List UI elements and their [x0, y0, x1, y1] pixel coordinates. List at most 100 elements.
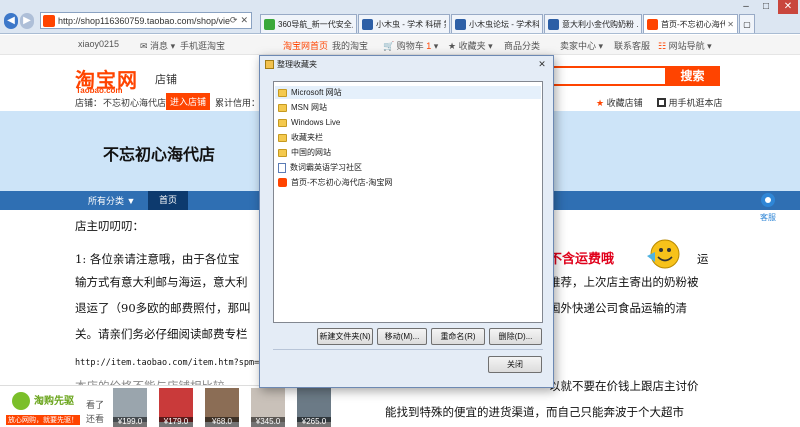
seller-label: 卖家中心: [560, 41, 597, 51]
customer-service-float[interactable]: 客服: [755, 191, 781, 222]
tab-icon: [548, 18, 559, 30]
shop-home-tab[interactable]: 首页: [148, 191, 188, 210]
forward-icon[interactable]: ▶: [20, 13, 34, 29]
favorites-item-label: 首页-不忘初心海代店-淘宝网: [291, 178, 393, 187]
taobao-favicon-icon: [278, 178, 287, 187]
messages-link[interactable]: ✉ 消息 ▾: [140, 39, 175, 52]
ad-logo[interactable]: 淘购先驱 放心网购，就要先驱！: [4, 388, 80, 426]
ad-slogan: 放心网购，就要先驱！: [6, 415, 80, 425]
cart-link[interactable]: 🛒 购物车 1 ▾: [383, 39, 438, 52]
ad-product-price: ¥199.0: [113, 417, 147, 427]
favorites-list[interactable]: Microsoft 网站 MSN 网站 Windows Live 收藏夹栏 中国…: [273, 81, 543, 323]
content-heading: 店主叨叨叨：: [75, 219, 144, 233]
ad-bar: 淘购先驱 放心网购，就要先驱！ 看了 还看 ¥199.0 ¥179.0 ¥68.…: [0, 385, 360, 427]
close-window-icon[interactable]: ✕: [778, 0, 798, 14]
tab-title: 360导航_新一代安全上...: [278, 19, 353, 29]
delete-button[interactable]: 删除(D)...: [489, 328, 542, 345]
shop-title: 不忘初心海代店: [103, 147, 216, 164]
refresh-icon[interactable]: ⟳: [230, 15, 238, 26]
tab-italy-shop[interactable]: 意大利小金代购奶粉 ...: [544, 14, 642, 33]
ad-look-label: 看了: [86, 400, 105, 410]
collect-shop-link[interactable]: ★ 收藏店铺: [596, 96, 643, 109]
favorites-list-item[interactable]: 首页-不忘初心海代店-淘宝网: [278, 176, 392, 189]
favorites-list-item[interactable]: 数词霸英语学习社区: [278, 161, 362, 174]
enter-shop-button[interactable]: 进入店铺: [166, 93, 211, 110]
dialog-title: 整理收藏夹: [277, 60, 317, 69]
grid-icon: ☷: [658, 41, 667, 51]
tab-title: 首页-不忘初心海代店: [661, 19, 725, 29]
mobile-link[interactable]: 手机逛淘宝: [180, 39, 225, 52]
qrcode-icon: [657, 98, 666, 107]
favorites-label: 收藏夹: [458, 41, 486, 51]
tab-icon: [647, 18, 658, 30]
star-icon: ★: [596, 98, 605, 108]
content-line1-end: 运: [697, 252, 709, 266]
search-button[interactable]: 搜索: [665, 66, 720, 86]
user-link[interactable]: xiaoy0215: [78, 39, 119, 49]
dialog-close-icon[interactable]: ✕: [534, 58, 550, 70]
favorites-item-label: Windows Live: [291, 118, 341, 127]
all-categories-menu[interactable]: 所有分类 ▼: [88, 194, 135, 207]
organize-favorites-dialog: 整理收藏夹 ✕ Microsoft 网站 MSN 网站 Windows Live…: [259, 55, 554, 388]
web-page-icon: [278, 162, 286, 173]
favorites-item-label: 数词霸英语学习社区: [290, 163, 362, 172]
tab-icon: [455, 18, 466, 30]
tab-title: 小木虫 - 学术 科研 第...: [376, 19, 446, 29]
folder-icon: [278, 148, 287, 157]
my-taobao-link[interactable]: 我的淘宝: [332, 39, 368, 52]
favorites-list-item[interactable]: MSN 网站: [278, 101, 327, 114]
tab-xiaomuchong-2[interactable]: 小木虫论坛 - 学术科研...: [451, 14, 543, 33]
folder-icon: [278, 118, 287, 127]
service-link[interactable]: 联系客服: [614, 39, 650, 52]
stop-icon[interactable]: ✕: [240, 15, 248, 26]
categories-link[interactable]: 商品分类: [504, 39, 540, 52]
mobile-shop-label: 用手机逛本店: [668, 98, 723, 108]
favorites-link[interactable]: ★ 收藏夹 ▾: [448, 39, 493, 52]
content-line1-left: 1: 各位亲请注意哦，由于各位宝: [75, 252, 240, 266]
back-icon[interactable]: ◀: [4, 13, 18, 29]
rename-button[interactable]: 重命名(R): [431, 328, 485, 345]
new-tab-button[interactable]: ▢: [739, 14, 755, 33]
content-line2-right: 推荐，上次店主寄出的奶粉被: [549, 275, 699, 289]
favorites-list-item[interactable]: Windows Live: [278, 116, 340, 129]
dialog-close-button[interactable]: 关闭: [488, 356, 542, 373]
seller-center-link[interactable]: 卖家中心 ▾: [560, 39, 603, 52]
tab-title: 小木虫论坛 - 学术科研...: [469, 19, 539, 29]
sitemap-link[interactable]: ☷ 网站导航 ▾: [658, 39, 712, 52]
maximize-icon[interactable]: □: [758, 0, 774, 14]
close-tab-icon[interactable]: ✕: [727, 20, 734, 29]
content-line2-left: 输方式有意大利邮与海运，意大利: [75, 275, 248, 289]
messages-label: 消息: [150, 41, 169, 51]
content-url[interactable]: http://item.taobao.com/item.htm?spm=a: [75, 358, 264, 368]
move-button[interactable]: 移动(M)...: [377, 328, 427, 345]
favorites-list-item[interactable]: Microsoft 网站: [275, 86, 541, 99]
cart-label: 购物车: [396, 41, 424, 51]
tab-360[interactable]: 360导航_新一代安全上...: [260, 14, 357, 33]
mobile-shop-link[interactable]: 用手机逛本店: [657, 96, 723, 109]
content-line3-left: 退运了（90多欧的邮费照付，那叫: [75, 301, 251, 315]
smiley-emoji-icon: [647, 239, 680, 269]
favorites-list-item[interactable]: 中国的网站: [278, 146, 331, 159]
address-url[interactable]: http://shop116360759.taobao.com/shop/vie…: [58, 16, 230, 26]
customer-service-icon: [761, 193, 775, 207]
tab-taobao-shop[interactable]: 首页-不忘初心海代店 ✕: [643, 14, 738, 33]
browser-chrome: ◀ ▶ http://shop116360759.taobao.com/shop…: [0, 0, 800, 34]
favorites-item-label: MSN 网站: [291, 103, 327, 112]
minimize-icon[interactable]: –: [738, 0, 754, 14]
favorites-list-item[interactable]: 收藏夹栏: [278, 131, 323, 144]
ad-logo-icon: [12, 392, 30, 410]
sitemap-label: 网站导航: [668, 41, 705, 51]
cart-count: 1: [426, 41, 432, 51]
ad-product-price: ¥179.0: [159, 417, 193, 427]
tab-xiaomuchong-1[interactable]: 小木虫 - 学术 科研 第...: [358, 14, 450, 33]
folder-icon: [278, 133, 287, 142]
cart-icon: 🛒: [383, 41, 395, 51]
tab-icon: [264, 18, 275, 30]
new-folder-button[interactable]: 新建文件夹(N): [317, 328, 373, 345]
address-bar[interactable]: http://shop116360759.taobao.com/shop/vie…: [40, 12, 252, 29]
content-line6: 能找到特殊的便宜的进货渠道，而自己只能奔波于个大超市: [385, 405, 684, 419]
shop-line-name[interactable]: 不忘初心海代店: [103, 96, 166, 109]
shop-label: 店铺: [155, 74, 177, 86]
folder-icon: [278, 103, 287, 112]
home-link[interactable]: 淘宝网首页: [283, 39, 328, 52]
